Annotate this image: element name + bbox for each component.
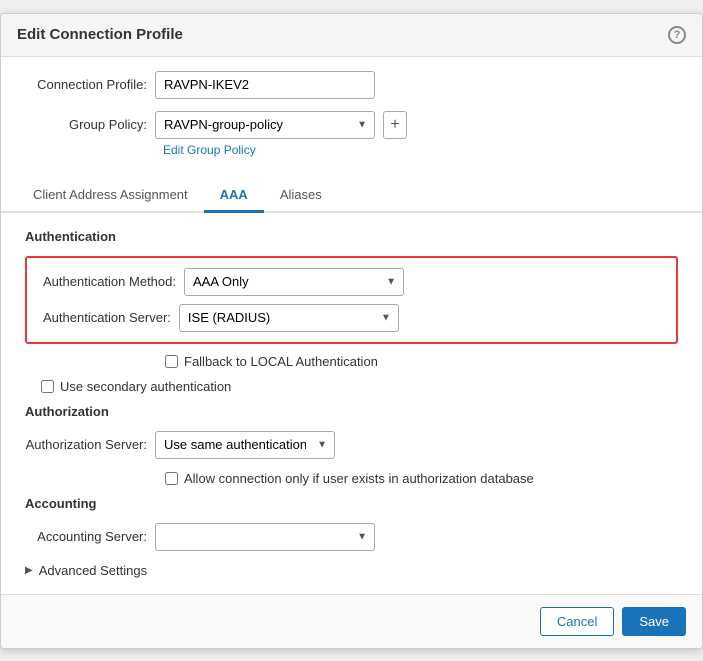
dialog-footer: Cancel Save <box>1 594 702 648</box>
accounting-section-title: Accounting <box>25 496 678 511</box>
auth-server-row: Authentication Server: ISE (RADIUS) ▼ <box>43 304 660 332</box>
authorization-section-title: Authorization <box>25 404 678 419</box>
auth-method-row: Authentication Method: AAA Only ▼ <box>43 268 660 296</box>
authentication-section-title: Authentication <box>25 229 678 244</box>
edit-connection-profile-dialog: Edit Connection Profile ? Connection Pro… <box>0 13 703 649</box>
fallback-checkbox-row: Fallback to LOCAL Authentication <box>165 354 678 369</box>
accounting-server-row: Accounting Server: ▼ <box>25 523 678 551</box>
save-button[interactable]: Save <box>622 607 686 636</box>
tab-aaa-content: Authentication Authentication Method: AA… <box>1 213 702 594</box>
cancel-button[interactable]: Cancel <box>540 607 614 636</box>
auth-server-select-wrapper: ISE (RADIUS) ▼ <box>179 304 399 332</box>
connection-profile-label: Connection Profile: <box>25 77 155 92</box>
connection-profile-row: Connection Profile: <box>25 71 678 99</box>
advanced-settings-row[interactable]: ▶ Advanced Settings <box>25 563 678 578</box>
use-secondary-row: Use secondary authentication <box>41 379 678 394</box>
tab-aaa[interactable]: AAA <box>204 179 264 213</box>
tab-aliases[interactable]: Aliases <box>264 179 338 213</box>
chevron-right-icon: ▶ <box>25 565 33 576</box>
group-policy-select-wrapper: RAVPN-group-policy ▼ <box>155 111 375 139</box>
tab-client-address-assignment[interactable]: Client Address Assignment <box>17 179 204 213</box>
allow-connection-label: Allow connection only if user exists in … <box>184 471 534 486</box>
dialog-header: Edit Connection Profile ? <box>1 14 702 57</box>
auth-method-label: Authentication Method: <box>43 274 184 289</box>
add-group-policy-button[interactable]: + <box>383 111 407 139</box>
allow-connection-row: Allow connection only if user exists in … <box>165 471 678 486</box>
help-icon[interactable]: ? <box>668 26 686 44</box>
accounting-server-select[interactable] <box>155 523 375 551</box>
authentication-highlighted-box: Authentication Method: AAA Only ▼ Authen… <box>25 256 678 344</box>
auth-server-select[interactable]: ISE (RADIUS) <box>179 304 399 332</box>
authorization-server-row: Authorization Server: Use same authentic… <box>25 431 678 459</box>
use-secondary-checkbox[interactable] <box>41 380 54 393</box>
fallback-checkbox[interactable] <box>165 355 178 368</box>
top-form-section: Connection Profile: Group Policy: RAVPN-… <box>1 57 702 179</box>
group-policy-select[interactable]: RAVPN-group-policy <box>155 111 375 139</box>
group-policy-row: Group Policy: RAVPN-group-policy ▼ + <box>25 111 678 139</box>
authorization-server-select-wrapper: Use same authentication server ▼ <box>155 431 335 459</box>
connection-profile-input[interactable] <box>155 71 375 99</box>
fallback-label: Fallback to LOCAL Authentication <box>184 354 378 369</box>
accounting-server-label: Accounting Server: <box>25 529 155 544</box>
authorization-server-select[interactable]: Use same authentication server <box>155 431 335 459</box>
auth-server-label: Authentication Server: <box>43 310 179 325</box>
accounting-server-select-wrapper: ▼ <box>155 523 375 551</box>
auth-method-select-wrapper: AAA Only ▼ <box>184 268 404 296</box>
use-secondary-label: Use secondary authentication <box>60 379 231 394</box>
auth-method-select[interactable]: AAA Only <box>184 268 404 296</box>
tabs-bar: Client Address Assignment AAA Aliases <box>1 179 702 213</box>
edit-group-policy-link[interactable]: Edit Group Policy <box>163 143 678 157</box>
advanced-settings-label: Advanced Settings <box>39 563 147 578</box>
dialog-title: Edit Connection Profile <box>17 26 183 43</box>
authorization-server-label: Authorization Server: <box>25 437 155 452</box>
allow-connection-checkbox[interactable] <box>165 472 178 485</box>
group-policy-label: Group Policy: <box>25 117 155 132</box>
